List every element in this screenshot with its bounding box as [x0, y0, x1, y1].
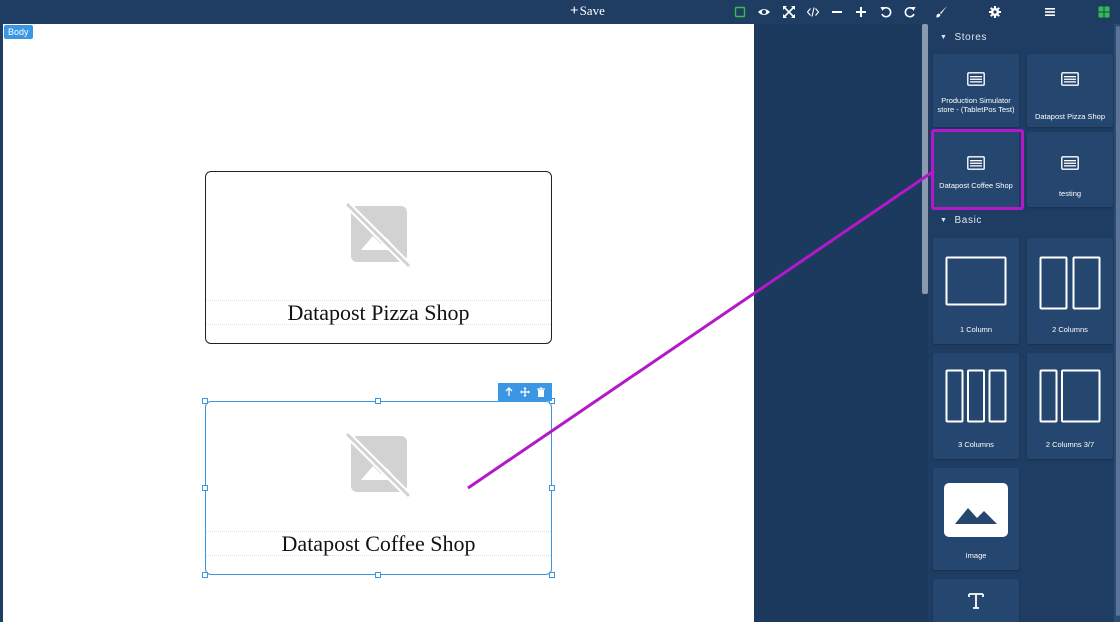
caret-down-icon: ▼ — [940, 33, 948, 41]
caret-down-icon: ▼ — [940, 216, 948, 224]
store-block-production[interactable]: Production Simulator store - (TabletPos … — [933, 54, 1019, 127]
store-card-title: Datapost Coffee Shop — [206, 531, 551, 556]
block-1-column[interactable]: 1 Column — [933, 238, 1019, 344]
blocks-icon[interactable] — [1094, 2, 1114, 22]
block-label: 1 Column — [959, 325, 993, 334]
block-label: 3 Columns — [958, 440, 994, 449]
undo-icon[interactable] — [876, 2, 896, 22]
brush-icon[interactable] — [931, 2, 951, 22]
block-label: Image — [965, 551, 987, 560]
code-icon[interactable] — [803, 2, 823, 22]
basic-section-header[interactable]: ▼ Basic — [928, 209, 1114, 231]
resize-handle-r[interactable] — [549, 485, 555, 491]
block-image[interactable]: Image — [933, 468, 1019, 570]
save-label: Save — [579, 3, 605, 18]
resize-handle-l[interactable] — [202, 485, 208, 491]
minus-icon[interactable] — [827, 2, 847, 22]
three-columns-icon — [945, 369, 1007, 423]
plus-icon[interactable] — [851, 2, 871, 22]
highlight-box — [931, 129, 1024, 210]
image-placeholder-icon — [344, 430, 413, 499]
store-card-coffee[interactable]: Datapost Coffee Shop — [205, 401, 552, 575]
panel-scrollbar[interactable] — [1114, 24, 1120, 622]
block-text[interactable] — [933, 579, 1019, 622]
store-card-pizza[interactable]: Datapost Pizza Shop — [205, 171, 552, 344]
resize-handle-b[interactable] — [375, 572, 381, 578]
resize-handle-br[interactable] — [549, 572, 555, 578]
save-button[interactable]: +Save — [570, 3, 605, 20]
redo-icon[interactable] — [900, 2, 920, 22]
table-icon — [967, 72, 985, 86]
bottom-strip — [0, 622, 1120, 631]
resize-handle-bl[interactable] — [202, 572, 208, 578]
two-columns-37-icon — [1039, 369, 1101, 423]
arrow-up-icon[interactable] — [503, 386, 515, 398]
canvas-background — [754, 24, 922, 622]
image-placeholder-icon — [344, 200, 413, 269]
trash-icon[interactable] — [535, 386, 547, 398]
block-2-columns-3-7[interactable]: 2 Columns 3/7 — [1027, 353, 1113, 459]
selection-toolbar — [498, 383, 552, 401]
move-icon[interactable] — [519, 386, 531, 398]
block-3-columns[interactable]: 3 Columns — [933, 353, 1019, 459]
body-badge: Body — [4, 25, 33, 39]
blocks-panel: ▼ Stores Production Simulator store - (T… — [928, 24, 1120, 622]
basic-section-title: Basic — [954, 214, 982, 226]
stores-section-title: Stores — [954, 31, 988, 43]
store-card-title: Datapost Pizza Shop — [206, 300, 551, 325]
one-column-icon — [945, 256, 1007, 306]
table-icon — [1061, 72, 1079, 86]
block-label: 2 Columns — [1052, 325, 1088, 334]
square-outline-icon[interactable] — [730, 2, 750, 22]
store-block-label: Production Simulator store - (TabletPos … — [937, 96, 1015, 114]
store-block-label: Datapost Pizza Shop — [1034, 112, 1106, 121]
store-block-label: testing — [1058, 189, 1082, 198]
table-icon — [1061, 156, 1079, 170]
top-toolbar: +Save — [0, 0, 1120, 24]
block-label: 2 Columns 3/7 — [1045, 440, 1095, 449]
store-block-pizza[interactable]: Datapost Pizza Shop — [1027, 54, 1113, 127]
image-icon — [944, 483, 1008, 537]
block-2-columns[interactable]: 2 Columns — [1027, 238, 1113, 344]
text-icon — [968, 593, 984, 609]
gear-icon[interactable] — [985, 2, 1005, 22]
hamburger-icon[interactable] — [1040, 2, 1060, 22]
resize-handle-tl[interactable] — [202, 398, 208, 404]
store-block-testing[interactable]: testing — [1027, 132, 1113, 207]
stores-section-header[interactable]: ▼ Stores — [928, 26, 1114, 48]
two-columns-icon — [1039, 256, 1101, 310]
fullscreen-icon[interactable] — [779, 2, 799, 22]
eye-icon[interactable] — [754, 2, 774, 22]
resize-handle-t[interactable] — [375, 398, 381, 404]
